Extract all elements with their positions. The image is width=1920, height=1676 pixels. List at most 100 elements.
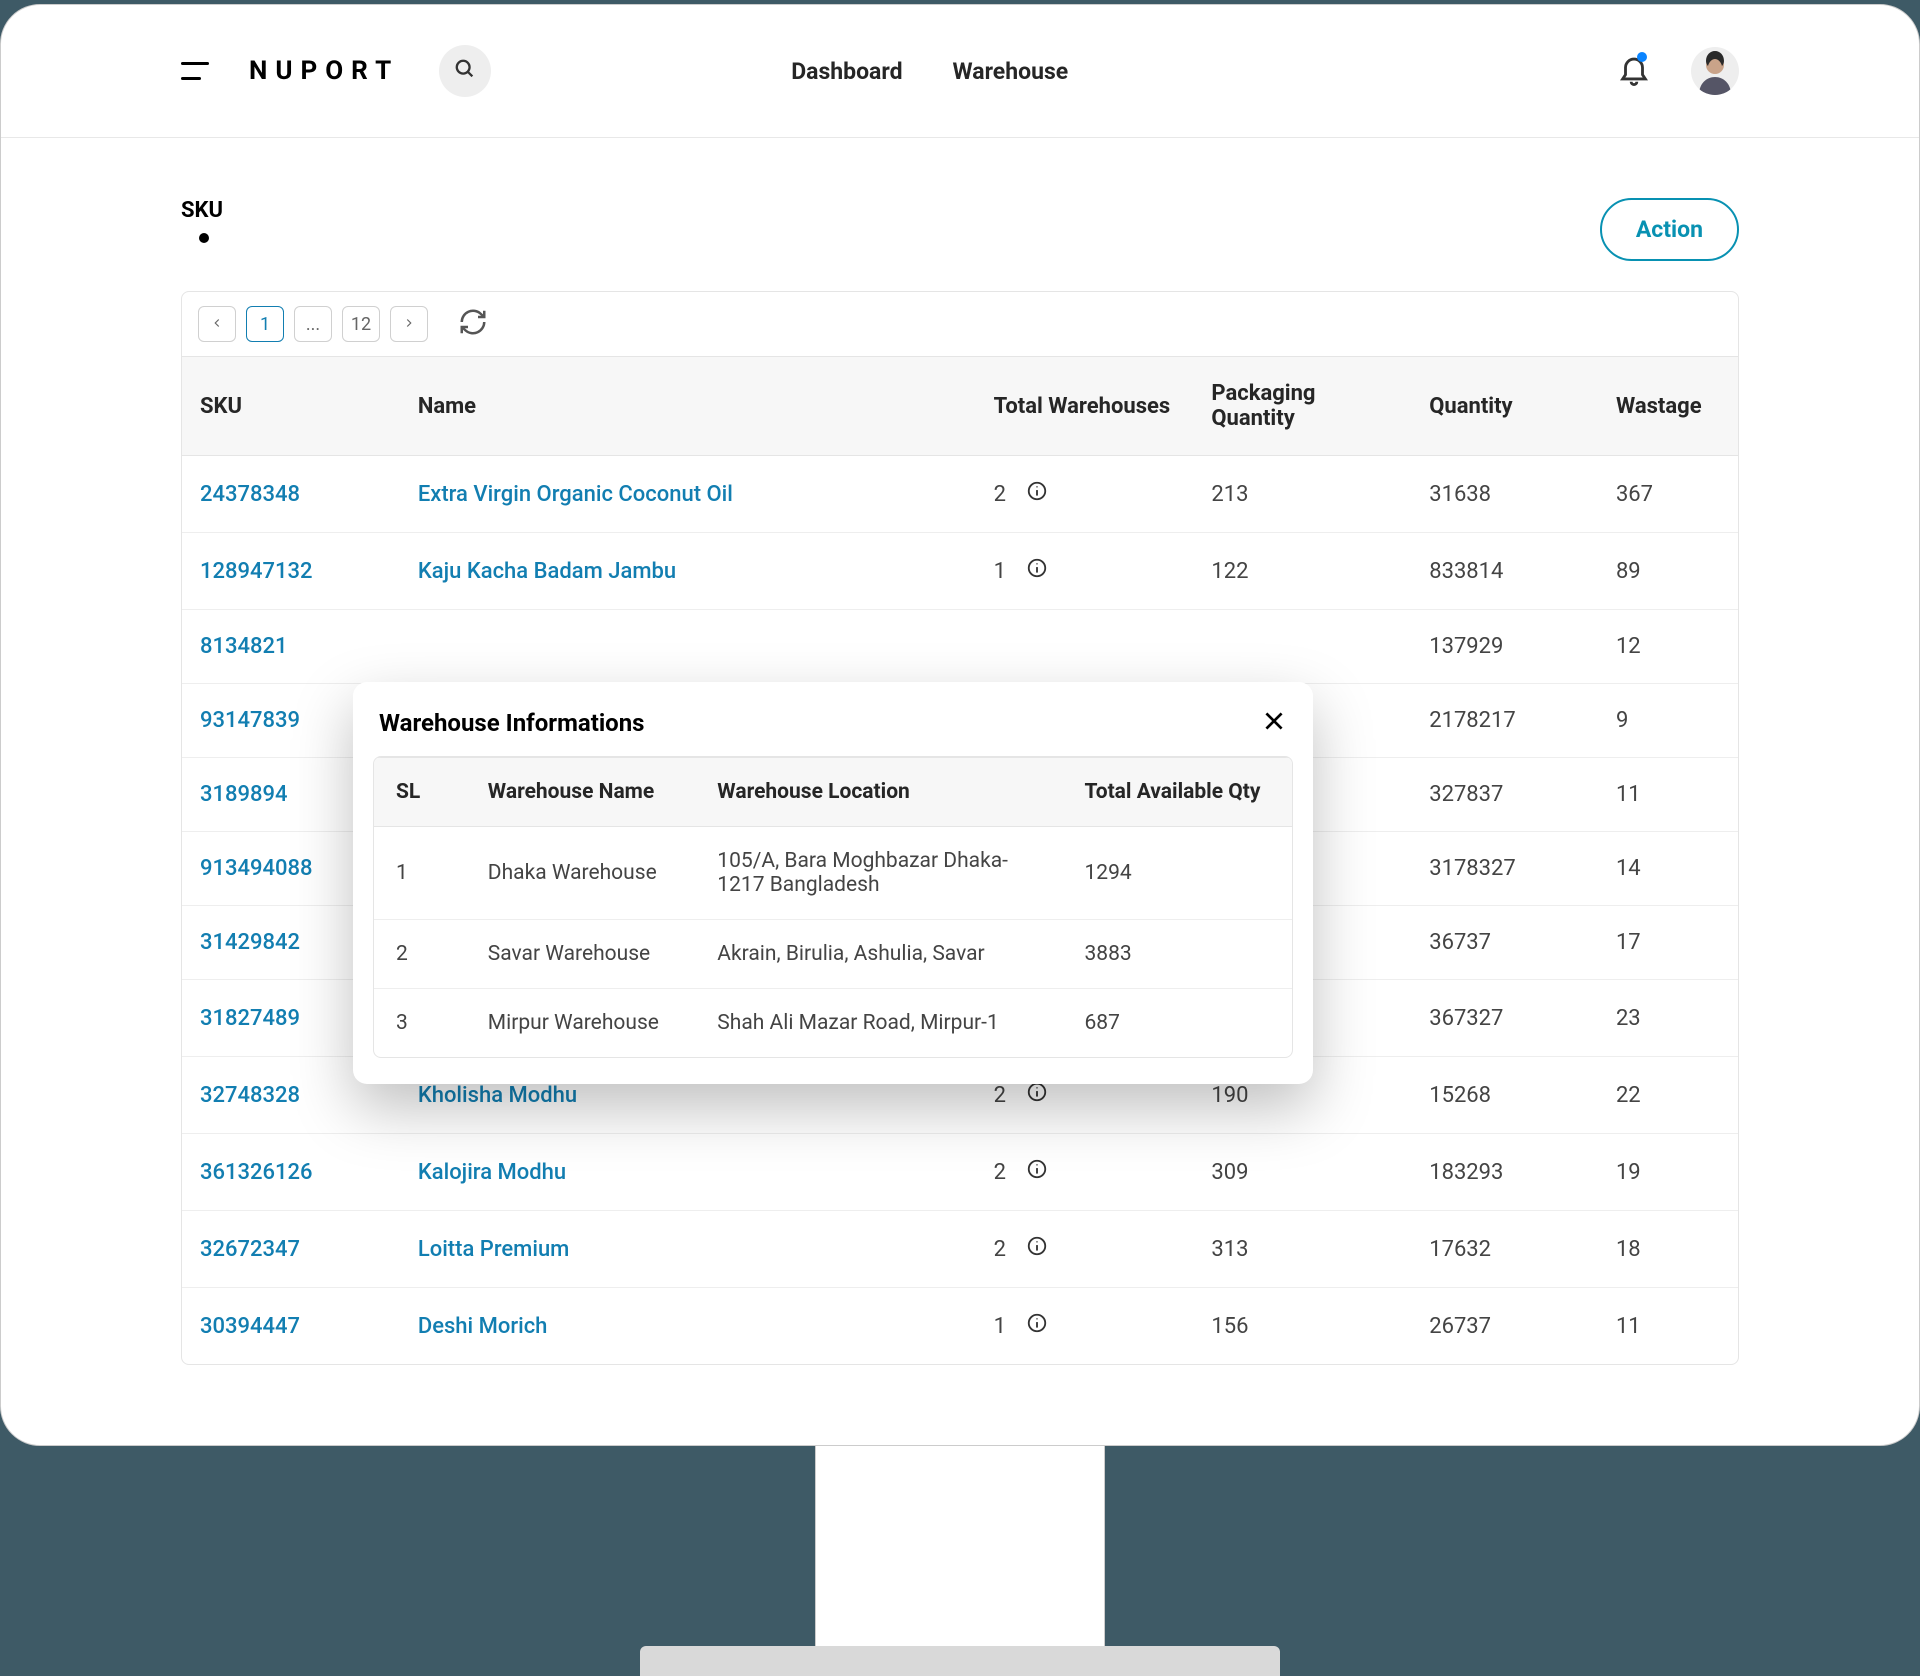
brand-logo: NUPORT — [249, 56, 399, 86]
col-packaging-quantity: Packaging Quantity — [1193, 357, 1411, 456]
monitor-frame: NUPORT Dashboard Warehouse SKU — [0, 4, 1920, 1446]
nav-warehouse[interactable]: Warehouse — [953, 58, 1069, 85]
bell-icon — [1617, 71, 1651, 90]
warehouse-count: 1 — [994, 559, 1006, 584]
info-icon[interactable] — [1026, 1158, 1048, 1186]
menu-icon[interactable] — [181, 62, 209, 80]
modal-sl-cell: 1 — [374, 827, 466, 920]
info-icon[interactable] — [1026, 1081, 1048, 1109]
sku-link[interactable]: 361326126 — [182, 1134, 400, 1211]
table-row: 2Savar WarehouseAkrain, Birulia, Ashulia… — [374, 920, 1292, 989]
modal-name-cell: Dhaka Warehouse — [466, 827, 696, 920]
modal-qty-cell: 1294 — [1062, 827, 1292, 920]
monitor-stand — [815, 1446, 1105, 1646]
sku-link[interactable]: 128947132 — [182, 533, 400, 610]
modal-col-name: Warehouse Name — [466, 758, 696, 827]
chevron-right-icon — [402, 314, 416, 335]
quantity-cell: 367327 — [1411, 980, 1598, 1057]
packaging-qty-cell: 213 — [1193, 456, 1411, 533]
app-header: NUPORT Dashboard Warehouse — [1, 5, 1919, 138]
notifications-button[interactable] — [1617, 52, 1651, 90]
packaging-qty-cell: 313 — [1193, 1211, 1411, 1288]
quantity-cell: 833814 — [1411, 533, 1598, 610]
table-row: 3Mirpur WarehouseShah Ali Mazar Road, Mi… — [374, 989, 1292, 1058]
product-link[interactable]: Kaju Kacha Badam Jambu — [400, 533, 976, 610]
total-warehouses-cell: 1 — [976, 1288, 1194, 1365]
sku-link[interactable]: 24378348 — [182, 456, 400, 533]
info-icon[interactable] — [1026, 1312, 1048, 1340]
wastage-cell: 12 — [1598, 610, 1738, 684]
warehouse-count: 2 — [994, 482, 1006, 507]
notification-dot-icon — [1637, 52, 1647, 62]
modal-qty-cell: 3883 — [1062, 920, 1292, 989]
wastage-cell: 14 — [1598, 832, 1738, 906]
sku-link[interactable]: 30394447 — [182, 1288, 400, 1365]
quantity-cell: 36737 — [1411, 906, 1598, 980]
page-prev-button[interactable] — [198, 306, 236, 342]
page-current-button[interactable]: 1 — [246, 306, 284, 342]
info-icon[interactable] — [1026, 1235, 1048, 1263]
search-icon — [454, 58, 476, 84]
warehouse-count: 1 — [994, 1314, 1006, 1339]
table-row: 24378348Extra Virgin Organic Coconut Oil… — [182, 456, 1738, 533]
page-next-button[interactable] — [390, 306, 428, 342]
page-ellipsis-button[interactable]: ... — [294, 306, 332, 342]
quantity-cell: 3178327 — [1411, 832, 1598, 906]
search-button[interactable] — [439, 45, 491, 97]
col-sku: SKU — [182, 357, 400, 456]
warehouse-info-modal: Warehouse Informations SL Warehouse Name… — [353, 682, 1313, 1084]
modal-title: Warehouse Informations — [379, 709, 645, 737]
modal-location-cell: Akrain, Birulia, Ashulia, Savar — [695, 920, 1062, 989]
product-link[interactable]: Deshi Morich — [400, 1288, 976, 1365]
warehouse-count: 2 — [994, 1237, 1006, 1262]
modal-sl-cell: 3 — [374, 989, 466, 1058]
info-icon[interactable] — [1026, 480, 1048, 508]
info-icon[interactable] — [1026, 557, 1048, 585]
warehouse-count: 2 — [994, 1083, 1006, 1108]
quantity-cell: 137929 — [1411, 610, 1598, 684]
total-warehouses-cell: 2 — [976, 456, 1194, 533]
modal-name-cell: Mirpur Warehouse — [466, 989, 696, 1058]
wastage-cell: 19 — [1598, 1134, 1738, 1211]
page-last-button[interactable]: 12 — [342, 306, 380, 342]
packaging-qty-cell: 309 — [1193, 1134, 1411, 1211]
col-total-warehouses: Total Warehouses — [976, 357, 1194, 456]
modal-sl-cell: 2 — [374, 920, 466, 989]
sku-label: SKU — [181, 198, 223, 223]
total-warehouses-cell: 2 — [976, 1134, 1194, 1211]
monitor-base — [640, 1646, 1280, 1676]
refresh-icon — [458, 322, 488, 341]
quantity-cell: 2178217 — [1411, 684, 1598, 758]
dot-icon — [199, 233, 209, 243]
sku-link[interactable]: 8134821 — [182, 610, 400, 684]
modal-close-button[interactable] — [1261, 708, 1287, 738]
modal-location-cell: 105/A, Bara Moghbazar Dhaka-1217 Banglad… — [695, 827, 1062, 920]
action-button[interactable]: Action — [1600, 198, 1739, 261]
col-quantity: Quantity — [1411, 357, 1598, 456]
wastage-cell: 11 — [1598, 758, 1738, 832]
refresh-button[interactable] — [458, 307, 488, 341]
table-row: 8134821 13792912 — [182, 610, 1738, 684]
quantity-cell: 26737 — [1411, 1288, 1598, 1365]
table-row: 361326126Kalojira Modhu230918329319 — [182, 1134, 1738, 1211]
product-link[interactable] — [400, 610, 976, 684]
sku-link[interactable]: 32672347 — [182, 1211, 400, 1288]
table-row: 32672347Loitta Premium 2 3131763218 — [182, 1211, 1738, 1288]
user-avatar[interactable] — [1691, 47, 1739, 95]
packaging-qty-cell: 122 — [1193, 533, 1411, 610]
wastage-cell: 18 — [1598, 1211, 1738, 1288]
total-warehouses-cell: 1 — [976, 533, 1194, 610]
total-warehouses-cell — [976, 610, 1194, 684]
total-warehouses-cell: 2 — [976, 1211, 1194, 1288]
modal-col-sl: SL — [374, 758, 466, 827]
modal-col-location: Warehouse Location — [695, 758, 1062, 827]
nav-dashboard[interactable]: Dashboard — [791, 58, 902, 85]
product-link[interactable]: Kalojira Modhu — [400, 1134, 976, 1211]
table-row: 30394447Deshi Morich11562673711 — [182, 1288, 1738, 1365]
col-name: Name — [400, 357, 976, 456]
product-link[interactable]: Loitta Premium — [400, 1211, 976, 1288]
quantity-cell: 17632 — [1411, 1211, 1598, 1288]
quantity-cell: 31638 — [1411, 456, 1598, 533]
product-link[interactable]: Extra Virgin Organic Coconut Oil — [400, 456, 976, 533]
main-nav: Dashboard Warehouse — [791, 58, 1068, 85]
